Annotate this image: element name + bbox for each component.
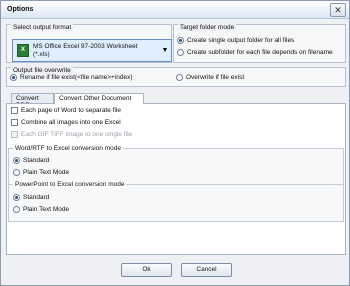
ppt-standard-label: Standard — [23, 194, 50, 201]
ppt-plain-label: Plain Text Mode — [23, 206, 70, 213]
ppt-standard-radio[interactable] — [13, 194, 20, 201]
gif-tiff-checkbox — [11, 131, 18, 138]
word-plain-label: Plain Text Mode — [23, 169, 70, 176]
word-mode-standard[interactable]: Standard — [13, 157, 49, 164]
word-standard-label: Standard — [23, 157, 50, 164]
overwrite-rename-label: Rename if file exist(<file name>+index) — [20, 74, 133, 81]
dialog-title: Options — [7, 6, 34, 13]
checkbox-row-split-word[interactable]: Each page of Word to separate file — [11, 107, 121, 114]
combine-images-label: Combine all images into one Excel — [21, 119, 121, 126]
excel-icon: X — [17, 44, 29, 57]
word-conversion-group: Word/RTF to Excel conversion mode Standa… — [8, 145, 344, 185]
output-format-group: Select output format X MS Office Excel 9… — [6, 24, 172, 63]
target-folder-option-subfolder[interactable]: Create subfolder for each file depends o… — [177, 49, 333, 56]
combine-images-checkbox[interactable] — [11, 119, 18, 126]
target-folder-single-radio[interactable] — [177, 37, 184, 44]
overwrite-rename-radio[interactable] — [10, 74, 17, 81]
powerpoint-conversion-group: PowerPoint to Excel conversion mode Stan… — [8, 181, 344, 222]
powerpoint-conversion-legend: PowerPoint to Excel conversion mode — [13, 181, 127, 188]
overwrite-overwrite-radio[interactable] — [176, 74, 183, 81]
cancel-button[interactable]: Cancel — [181, 263, 232, 277]
ppt-plain-radio[interactable] — [13, 206, 20, 213]
ppt-mode-standard[interactable]: Standard — [13, 194, 49, 201]
target-folder-option-single[interactable]: Create single output folder for all file… — [177, 37, 294, 44]
split-word-label: Each page of Word to separate file — [21, 107, 121, 114]
close-button[interactable]: ✕ — [330, 3, 346, 17]
gif-tiff-label: Each GIF TIFF image to one single file — [21, 131, 133, 138]
word-mode-plain[interactable]: Plain Text Mode — [13, 169, 69, 176]
output-format-select[interactable]: X MS Office Excel 97-2003 Worksheet (*.x… — [12, 39, 172, 62]
word-plain-radio[interactable] — [13, 169, 20, 176]
target-folder-single-label: Create single output folder for all file… — [187, 37, 295, 44]
overwrite-option-rename[interactable]: Rename if file exist(<file name>+index) — [10, 74, 133, 81]
ppt-mode-plain[interactable]: Plain Text Mode — [13, 206, 69, 213]
output-format-legend: Select output format — [11, 24, 74, 31]
tab-convert-pdf[interactable]: Convert PDF — [11, 93, 54, 109]
target-folder-subfolder-label: Create subfolder for each file depends o… — [187, 49, 333, 56]
overwrite-group: Output file overwrite Rename if file exi… — [6, 67, 346, 87]
tab-convert-other-document[interactable]: Convert Other Document — [54, 93, 144, 104]
output-format-value: MS Office Excel 97-2003 Worksheet (*.xls… — [33, 43, 138, 58]
tab-panel: Each page of Word to separate file Combi… — [6, 103, 346, 255]
word-standard-radio[interactable] — [13, 157, 20, 164]
target-folder-subfolder-radio[interactable] — [177, 49, 184, 56]
overwrite-option-overwrite[interactable]: Overwrite if file exist — [176, 74, 244, 81]
target-folder-legend: Target folder mode — [178, 24, 237, 31]
title-bar: Options ✕ — [1, 1, 349, 19]
ok-button[interactable]: Ok — [121, 263, 172, 277]
checkbox-row-gif-tiff: Each GIF TIFF image to one single file — [11, 131, 132, 138]
options-dialog: Options ✕ Select output format X MS Offi… — [0, 0, 350, 286]
close-icon: ✕ — [334, 5, 342, 15]
checkbox-row-combine-images[interactable]: Combine all images into one Excel — [11, 119, 121, 126]
split-word-checkbox[interactable] — [11, 107, 18, 114]
word-conversion-legend: Word/RTF to Excel conversion mode — [13, 145, 123, 152]
overwrite-overwrite-label: Overwrite if file exist — [186, 74, 245, 81]
overwrite-legend: Output file overwrite — [11, 67, 73, 74]
chevron-down-icon[interactable]: ▼ — [161, 47, 169, 55]
target-folder-group: Target folder mode Create single output … — [173, 24, 346, 63]
